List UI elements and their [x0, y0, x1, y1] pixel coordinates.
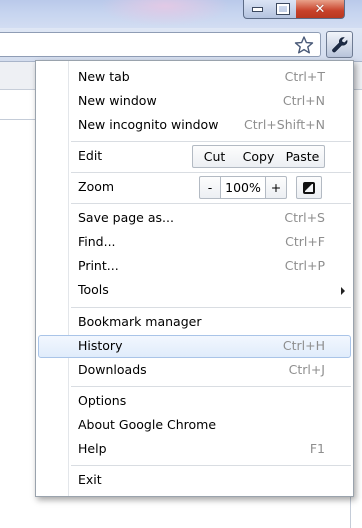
- menu-item-shortcut: Ctrl+T: [284, 69, 325, 84]
- menu-item-about[interactable]: About Google Chrome: [38, 414, 351, 437]
- menu-item-downloads[interactable]: Downloads Ctrl+J: [38, 359, 351, 382]
- wrench-icon: [331, 36, 347, 52]
- copy-button[interactable]: Copy: [236, 145, 282, 168]
- menu-item-save-page[interactable]: Save page as... Ctrl+S: [38, 207, 351, 230]
- menu-item-shortcut: F1: [309, 441, 325, 456]
- zoom-level: 100%: [221, 176, 265, 199]
- zoom-in-button[interactable]: +: [265, 176, 287, 199]
- submenu-arrow-icon: [341, 287, 345, 295]
- paste-button[interactable]: Paste: [281, 145, 325, 168]
- fullscreen-icon: [303, 181, 315, 194]
- menu-item-label: Exit: [78, 472, 102, 487]
- menu-item-tools[interactable]: Tools: [38, 279, 351, 302]
- menu-separator: [71, 386, 351, 387]
- close-icon: ✕: [314, 1, 326, 17]
- wrench-menu-button[interactable]: [326, 31, 353, 58]
- cut-button[interactable]: Cut: [192, 145, 237, 168]
- menu-item-help[interactable]: Help F1: [38, 438, 351, 461]
- menu-item-label: Find...: [78, 234, 116, 249]
- menu-item-label: About Google Chrome: [78, 417, 217, 432]
- fullscreen-button[interactable]: [296, 176, 322, 199]
- menu-item-label: Save page as...: [78, 210, 174, 225]
- menu-item-label: Bookmark manager: [78, 314, 202, 329]
- menu-item-new-tab[interactable]: New tab Ctrl+T: [38, 66, 351, 89]
- close-button[interactable]: ✕: [296, 0, 345, 19]
- window-title-bar: ✕: [0, 0, 362, 28]
- menu-item-options[interactable]: Options: [38, 390, 351, 413]
- menu-item-history[interactable]: History Ctrl+H: [38, 335, 351, 358]
- edit-label: Edit: [78, 148, 103, 163]
- menu-item-label: Downloads: [78, 362, 147, 377]
- menu-item-shortcut: Ctrl+J: [288, 362, 325, 377]
- menu-item-shortcut: Ctrl+F: [285, 234, 325, 249]
- minimize-icon: [251, 6, 263, 12]
- menu-item-label: New window: [78, 93, 157, 108]
- menu-item-shortcut: Ctrl+Shift+N: [244, 117, 325, 132]
- maximize-icon: [276, 3, 290, 15]
- menu-item-new-incognito-window[interactable]: New incognito window Ctrl+Shift+N: [38, 114, 351, 137]
- menu-item-label: New incognito window: [78, 117, 219, 132]
- maximize-button[interactable]: [270, 0, 297, 19]
- browser-toolbar: [0, 28, 362, 62]
- menu-item-shortcut: Ctrl+H: [282, 338, 325, 353]
- menu-item-new-window[interactable]: New window Ctrl+N: [38, 90, 351, 113]
- menu-item-shortcut: Ctrl+P: [284, 258, 325, 273]
- star-icon[interactable]: [294, 36, 314, 54]
- menu-item-shortcut: Ctrl+S: [284, 210, 325, 225]
- chrome-wrench-menu: New tab Ctrl+T New window Ctrl+N New inc…: [35, 60, 354, 497]
- menu-item-label: New tab: [78, 69, 130, 84]
- menu-item-find[interactable]: Find... Ctrl+F: [38, 231, 351, 254]
- menu-separator: [71, 465, 351, 466]
- menu-item-bookmark-manager[interactable]: Bookmark manager: [38, 311, 351, 334]
- zoom-label: Zoom: [78, 179, 115, 194]
- page-divider: [0, 119, 40, 120]
- address-bar[interactable]: [0, 32, 321, 57]
- menu-item-label: Tools: [78, 282, 109, 297]
- menu-separator: [71, 203, 351, 204]
- menu-item-exit[interactable]: Exit: [38, 469, 351, 492]
- menu-item-label: Print...: [78, 258, 119, 273]
- menu-item-print[interactable]: Print... Ctrl+P: [38, 255, 351, 278]
- menu-separator: [71, 172, 351, 173]
- menu-item-label: Help: [78, 441, 107, 456]
- menu-item-label: History: [78, 338, 123, 353]
- title-bar-glow: [100, 0, 230, 26]
- menu-item-label: Options: [78, 393, 127, 408]
- menu-separator: [71, 307, 351, 308]
- menu-separator: [71, 141, 351, 142]
- zoom-out-button[interactable]: -: [199, 176, 221, 199]
- menu-item-shortcut: Ctrl+N: [282, 93, 325, 108]
- minimize-button[interactable]: [243, 0, 271, 19]
